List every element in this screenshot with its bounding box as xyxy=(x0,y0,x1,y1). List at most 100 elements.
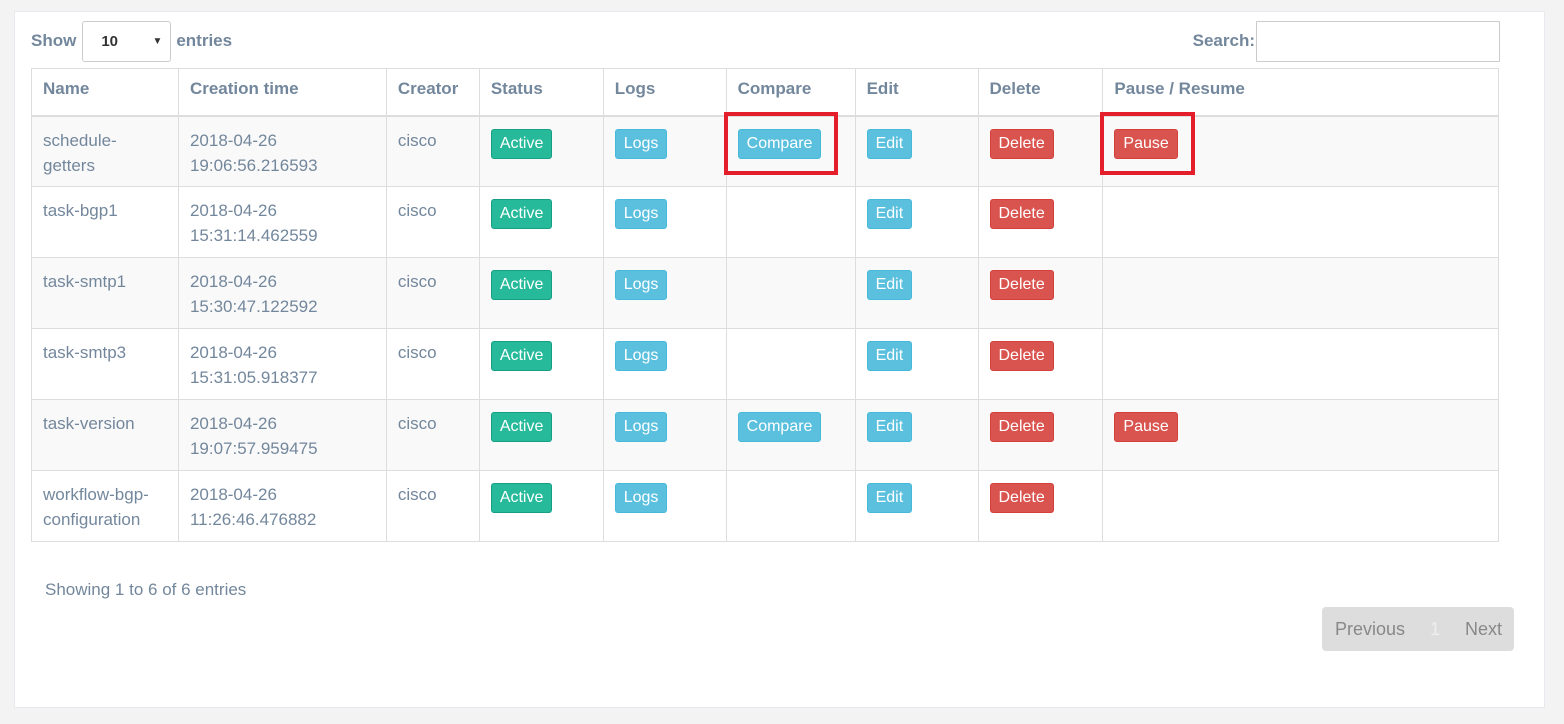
header-logs[interactable]: Logs xyxy=(602,68,727,117)
delete-button[interactable]: Delete xyxy=(989,199,1054,229)
logs-cell: Logs xyxy=(602,115,727,187)
header-edit[interactable]: Edit xyxy=(854,68,979,117)
status-active-button[interactable]: Active xyxy=(490,128,553,159)
page-1-button[interactable]: 1 xyxy=(1430,619,1440,640)
task-name-cell: task-smtp1 xyxy=(31,257,179,329)
logs-cell: Logs xyxy=(602,328,727,400)
compare-highlight-box: Compare xyxy=(723,111,839,175)
status-cell: Active xyxy=(478,257,604,329)
pause-button[interactable]: Pause xyxy=(1114,128,1178,159)
page-length-select[interactable]: 10 ▼ xyxy=(82,20,172,62)
task-name-cell: workflow-bgp-configuration xyxy=(31,470,179,542)
creation-time-cell: 2018-04-26 19:07:57.959475 xyxy=(177,399,387,471)
header-creation-time[interactable]: Creation time xyxy=(177,68,387,117)
table-row: task-smtp3 2018-04-26 15:31:05.918377 cis… xyxy=(31,328,1499,400)
status-cell: Active xyxy=(478,399,604,471)
delete-cell: Delete xyxy=(977,470,1104,542)
logs-button[interactable]: Logs xyxy=(614,412,668,442)
delete-cell: Delete xyxy=(977,115,1104,187)
delete-cell: Delete xyxy=(977,186,1104,258)
table-header-row: Name Creation time Creator Status Logs C… xyxy=(31,68,1499,117)
delete-cell: Delete xyxy=(977,399,1104,471)
creation-date: 2018-04-26 xyxy=(189,130,277,150)
creation-date: 2018-04-26 xyxy=(189,414,277,433)
status-active-button[interactable]: Active xyxy=(490,412,553,442)
compare-cell xyxy=(725,328,856,400)
tasks-table: Name Creation time Creator Status Logs C… xyxy=(31,68,1499,542)
task-name: workflow-bgp-configuration xyxy=(43,485,149,529)
table-row: task-smtp1 2018-04-26 15:30:47.122592 cis… xyxy=(31,257,1499,329)
page-length-value: 10 xyxy=(101,32,119,50)
creation-clock: 11:26:46.476882 xyxy=(189,510,317,529)
header-status[interactable]: Status xyxy=(478,68,604,117)
creation-time-cell: 2018-04-26 11:26:46.476882 xyxy=(177,470,387,542)
pause-resume-cell: Pause xyxy=(1100,111,1499,187)
entries-label: entries xyxy=(176,31,233,50)
pause-resume-cell xyxy=(1102,470,1499,542)
edit-button[interactable]: Edit xyxy=(866,128,913,159)
header-compare[interactable]: Compare xyxy=(725,68,856,117)
table-row: workflow-bgp-configuration 2018-04-26 11:… xyxy=(31,470,1499,542)
compare-cell: Compare xyxy=(725,399,856,471)
task-name: task-smtp3 xyxy=(43,343,127,362)
logs-cell: Logs xyxy=(602,399,727,471)
creation-clock: 15:31:14.462559 xyxy=(189,226,318,245)
compare-cell: Compare xyxy=(723,111,856,187)
compare-button[interactable]: Compare xyxy=(737,128,822,159)
search-label: Search: xyxy=(1192,31,1255,50)
logs-button[interactable]: Logs xyxy=(614,128,668,159)
status-active-button[interactable]: Active xyxy=(490,483,553,513)
delete-button[interactable]: Delete xyxy=(989,128,1054,159)
logs-button[interactable]: Logs xyxy=(614,199,668,229)
status-cell: Active xyxy=(478,186,604,258)
table-row: task-version 2018-04-26 19:07:57.959475 c… xyxy=(31,399,1499,471)
creation-time-cell: 2018-04-26 19:06:56.216593 xyxy=(177,115,387,187)
previous-button[interactable]: Previous xyxy=(1335,619,1405,640)
header-name[interactable]: Name xyxy=(31,68,179,117)
pause-button[interactable]: Pause xyxy=(1114,412,1178,442)
delete-button[interactable]: Delete xyxy=(989,270,1054,300)
show-label: Show xyxy=(31,31,77,50)
status-active-button[interactable]: Active xyxy=(490,341,553,371)
pause-resume-cell xyxy=(1102,328,1499,400)
logs-button[interactable]: Logs xyxy=(614,341,668,371)
task-name-cell: task-bgp1 xyxy=(31,186,179,258)
edit-button[interactable]: Edit xyxy=(866,199,913,229)
status-active-button[interactable]: Active xyxy=(490,270,553,300)
creation-date: 2018-04-26 xyxy=(189,201,277,220)
header-creator[interactable]: Creator xyxy=(385,68,480,117)
edit-button[interactable]: Edit xyxy=(866,341,913,371)
task-name: schedule-getters xyxy=(43,130,117,175)
creator-cell: cisco xyxy=(385,257,480,329)
logs-button[interactable]: Logs xyxy=(614,270,668,300)
delete-button[interactable]: Delete xyxy=(989,412,1054,442)
creator-cell: cisco xyxy=(385,115,480,187)
delete-button[interactable]: Delete xyxy=(989,483,1054,513)
creator-cell: cisco xyxy=(385,186,480,258)
creation-time-cell: 2018-04-26 15:31:05.918377 xyxy=(177,328,387,400)
edit-cell: Edit xyxy=(854,115,979,187)
task-name: task-bgp1 xyxy=(43,201,118,220)
pause-resume-cell xyxy=(1102,257,1499,329)
delete-button[interactable]: Delete xyxy=(989,341,1054,371)
edit-button[interactable]: Edit xyxy=(866,483,913,513)
next-button[interactable]: Next xyxy=(1465,619,1502,640)
edit-cell: Edit xyxy=(854,470,979,542)
edit-button[interactable]: Edit xyxy=(866,270,913,300)
compare-cell xyxy=(725,257,856,329)
edit-button[interactable]: Edit xyxy=(866,412,913,442)
creation-time-cell: 2018-04-26 15:31:14.462559 xyxy=(177,186,387,258)
logs-button[interactable]: Logs xyxy=(614,483,668,513)
status-active-button[interactable]: Active xyxy=(490,199,553,229)
logs-cell: Logs xyxy=(602,186,727,258)
header-delete[interactable]: Delete xyxy=(977,68,1104,117)
creation-clock: 19:07:57.959475 xyxy=(189,439,318,458)
task-name: task-version xyxy=(43,414,135,433)
creation-time-cell: 2018-04-26 15:30:47.122592 xyxy=(177,257,387,329)
status-cell: Active xyxy=(478,470,604,542)
creation-clock: 15:30:47.122592 xyxy=(189,297,318,316)
status-cell: Active xyxy=(478,328,604,400)
compare-button[interactable]: Compare xyxy=(737,412,822,442)
search-input[interactable] xyxy=(1256,20,1500,62)
header-pause-resume[interactable]: Pause / Resume xyxy=(1102,68,1499,117)
